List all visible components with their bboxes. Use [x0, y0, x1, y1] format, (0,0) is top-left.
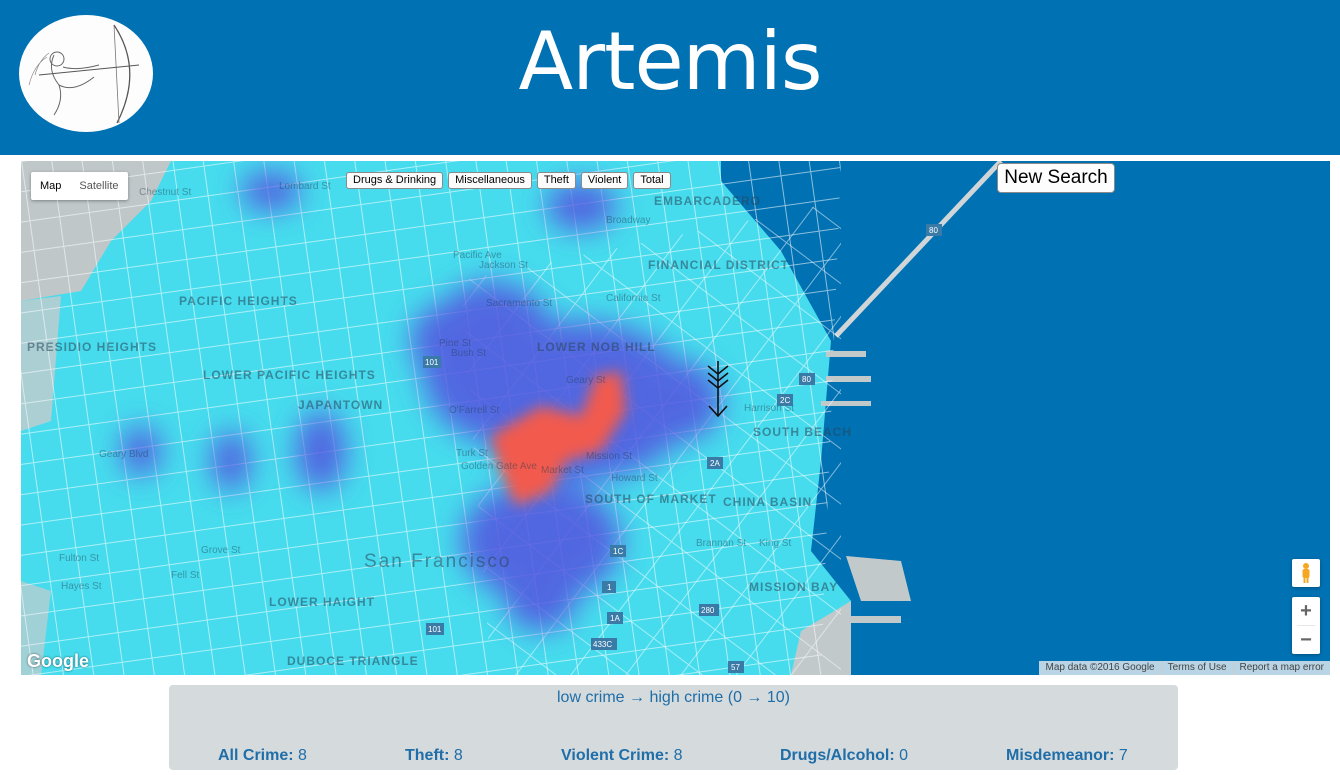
neighborhood-label: DUBOCE TRIANGLE	[287, 654, 419, 668]
neighborhood-label: FINANCIAL DISTRICT	[648, 258, 789, 272]
new-search-button[interactable]: New Search	[997, 163, 1115, 193]
map-type-map-button[interactable]: Map	[31, 172, 70, 200]
svg-text:1C: 1C	[613, 547, 623, 556]
svg-text:280: 280	[701, 606, 715, 615]
svg-text:1: 1	[607, 583, 612, 592]
neighborhood-label: San Francisco	[364, 551, 511, 572]
filter-total-button[interactable]: Total	[633, 172, 671, 189]
street-label: Chestnut St	[139, 187, 191, 198]
neighborhood-label: JAPANTOWN	[298, 398, 383, 412]
crime-stats-panel: low crime → high crime (0 → 10) All Crim…	[169, 685, 1178, 770]
svg-text:101: 101	[428, 625, 442, 634]
filter-drugs-drinking-button[interactable]: Drugs & Drinking	[346, 172, 444, 189]
stat-label: Violent Crime:	[561, 747, 670, 764]
map-type-control: Map Satellite	[31, 172, 128, 200]
neighborhood-label: PACIFIC HEIGHTS	[179, 294, 298, 308]
street-label: King St	[759, 538, 791, 549]
neighborhood-label: CHINA BASIN	[723, 495, 812, 509]
street-label: Turk St	[456, 448, 488, 459]
street-view-pegman-icon[interactable]	[1292, 559, 1320, 587]
google-logo: Google	[27, 651, 89, 671]
stat-theft: Theft: 8	[405, 747, 463, 765]
map-canvas[interactable]: EMBARCADERO FINANCIAL DISTRICT PACIFIC H…	[21, 161, 1330, 675]
crime-filter-toolbar: Drugs & Drinking Miscellaneous Theft Vio…	[346, 172, 671, 189]
street-label: Geary St	[566, 375, 606, 386]
header-bar: Artemis	[0, 0, 1340, 155]
stat-value: 7	[1118, 747, 1128, 764]
report-map-error-link[interactable]: Report a map error	[1232, 661, 1330, 675]
street-label: Broadway	[606, 215, 650, 226]
street-label: Grove St	[201, 545, 241, 556]
street-label: California St	[606, 293, 661, 304]
street-label: Bush St	[451, 348, 486, 359]
street-label: Fulton St	[59, 553, 99, 564]
street-label: Lombard St	[279, 181, 331, 192]
svg-text:57: 57	[731, 663, 740, 672]
filter-theft-button[interactable]: Theft	[536, 172, 576, 189]
svg-text:2A: 2A	[710, 459, 720, 468]
neighborhood-label: MISSION BAY	[749, 580, 838, 594]
app-title: Artemis	[518, 15, 822, 108]
neighborhood-label: LOWER HAIGHT	[269, 595, 375, 609]
svg-text:80: 80	[802, 375, 811, 384]
street-label: Fell St	[171, 570, 200, 581]
svg-text:2C: 2C	[780, 396, 790, 405]
stat-all-crime: All Crime: 8	[218, 747, 307, 765]
arrow-right-icon: →	[629, 689, 650, 706]
map-data-text: Map data ©2016 Google	[1045, 662, 1155, 673]
stat-label: Misdemeanor:	[1006, 747, 1115, 764]
stat-label: All Crime:	[218, 747, 294, 764]
heat-legend: low crime → high crime (0 → 10)	[169, 689, 1178, 707]
stat-value: 8	[453, 747, 463, 764]
neighborhood-label: SOUTH OF MARKET	[585, 492, 717, 506]
street-label: Geary Blvd	[99, 449, 148, 460]
zoom-out-button[interactable]: −	[1292, 626, 1320, 654]
stat-label: Theft:	[405, 747, 450, 764]
filter-violent-button[interactable]: Violent	[580, 172, 629, 189]
stat-label: Drugs/Alcohol:	[780, 747, 895, 764]
neighborhood-label: PRESIDIO HEIGHTS	[27, 340, 157, 354]
filter-miscellaneous-button[interactable]: Miscellaneous	[448, 172, 532, 189]
street-label: Jackson St	[479, 260, 528, 271]
stat-value: 8	[673, 747, 683, 764]
stat-misdemeanor: Misdemeanor: 7	[1006, 747, 1128, 765]
crime-heatmap[interactable]: EMBARCADERO FINANCIAL DISTRICT PACIFIC H…	[21, 161, 1330, 675]
zoom-in-button[interactable]: +	[1292, 597, 1320, 625]
zoom-control: + −	[1292, 597, 1320, 654]
street-label: Sacramento St	[486, 298, 552, 309]
neighborhood-label: LOWER NOB HILL	[537, 340, 656, 354]
neighborhood-label: EMBARCADERO	[654, 194, 761, 208]
stat-value: 0	[899, 747, 909, 764]
svg-text:101: 101	[425, 358, 439, 367]
map-attribution: Map data ©2016 Google Terms of Use Repor…	[1039, 661, 1330, 675]
svg-text:1A: 1A	[610, 614, 620, 623]
svg-text:80: 80	[929, 226, 938, 235]
street-label: Brannan St	[696, 538, 746, 549]
map-type-satellite-button[interactable]: Satellite	[70, 172, 127, 200]
street-label: Mission St	[586, 451, 632, 462]
street-label: Market St	[541, 465, 584, 476]
stat-violent-crime: Violent Crime: 8	[561, 747, 683, 765]
stat-drugs-alcohol: Drugs/Alcohol: 0	[780, 747, 908, 765]
street-label: Golden Gate Ave	[461, 461, 537, 472]
svg-text:433C: 433C	[593, 640, 612, 649]
neighborhood-label: LOWER PACIFIC HEIGHTS	[203, 368, 376, 382]
terms-of-use-link[interactable]: Terms of Use	[1160, 661, 1233, 675]
neighborhood-label: SOUTH BEACH	[753, 425, 852, 439]
street-label: O'Farrell St	[449, 405, 499, 416]
heat-legend-range: (0 → 10)	[727, 689, 790, 706]
street-label: Howard St	[611, 473, 658, 484]
stat-value: 8	[298, 747, 307, 764]
heat-legend-high: high crime	[649, 689, 724, 706]
heat-legend-low: low crime	[557, 689, 625, 706]
street-label: Hayes St	[61, 581, 102, 592]
